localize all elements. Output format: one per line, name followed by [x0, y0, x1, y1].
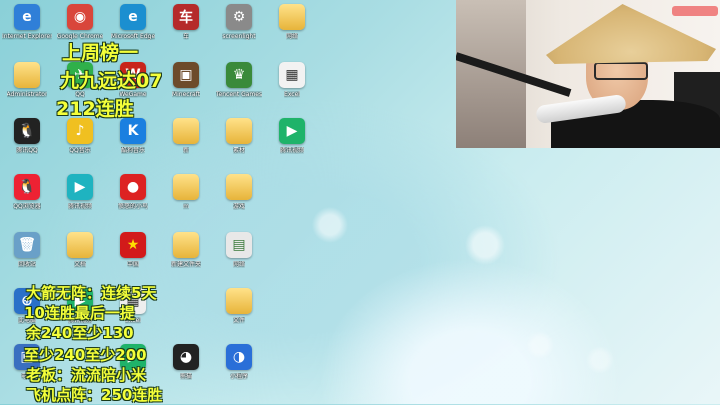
icon-label: Tencent Games: [215, 91, 263, 98]
icon-label: 素材: [232, 147, 245, 154]
desktop-icon-network-doc[interactable]: ▤ 网络: [214, 232, 264, 288]
desktop-icon-kugou[interactable]: K 酷狗音乐: [108, 118, 158, 174]
icon-label: Internet Explorer: [2, 33, 52, 40]
icon-label: QQ浏览器: [13, 203, 41, 210]
desktop-icon-video-2[interactable]: ▶ 腾讯视频: [55, 174, 105, 230]
trash-icon: 🗑: [14, 232, 40, 258]
desktop-icon-folder-material[interactable]: 素材: [214, 118, 264, 174]
icon-label: 中国: [126, 261, 139, 268]
icon-label: 熊猫: [179, 373, 192, 380]
folder-icon: [279, 4, 305, 30]
icon-label: 酷狗音乐: [120, 147, 145, 154]
panda-icon: ◕: [173, 344, 199, 370]
overlay-top-player-name: 九九远达07: [60, 70, 163, 92]
desktop-icon-qq-music[interactable]: ♪ QQ音乐: [55, 118, 105, 174]
desktop-icon-angry-birds[interactable]: ● 愤怒的小鸟: [108, 174, 158, 230]
desktop-icon-internet-explorer[interactable]: e Internet Explorer: [2, 4, 52, 60]
overlay-rule-line-4: 至少240至少200: [24, 346, 147, 364]
minecraft-icon: ▣: [173, 62, 199, 88]
webcam-feed: [456, 0, 720, 148]
folder-icon: [67, 232, 93, 258]
icon-label: 网络: [285, 33, 298, 40]
icon-label: 新建文件夹: [170, 261, 201, 268]
desktop-icon-excel[interactable]: ▦ Excel: [267, 62, 317, 118]
icon-label: 腾讯视频: [279, 147, 304, 154]
penguin-icon: 🐧: [14, 118, 40, 144]
icon-label: m: [183, 203, 189, 210]
desktop-icon-folder-new[interactable]: 新: [161, 118, 211, 174]
desktop-icon-tencent-video[interactable]: ▶ 腾讯视频: [267, 118, 317, 174]
desktop-icon-panda[interactable]: ◕ 熊猫: [161, 344, 211, 400]
desktop-icon-folder-docs[interactable]: 文档: [55, 232, 105, 288]
crown-icon: ♛: [226, 62, 252, 88]
icon-label: 网络: [232, 261, 245, 268]
icon-label: 文件: [232, 317, 245, 324]
spreadsheet-icon: ▦: [279, 62, 305, 88]
overlay-rule-line-6: 飞机点阵：250连胜: [26, 386, 163, 404]
desktop-icon-qq-browser[interactable]: 🐧 QQ浏览器: [2, 174, 52, 230]
folder-icon: [14, 62, 40, 88]
overlay-weekly-top-title: 上周榜一: [62, 42, 139, 64]
document-icon: ▤: [226, 232, 252, 258]
desktop-icon-folder-new-2[interactable]: 新建文件夹: [161, 232, 211, 288]
internet-explorer-icon: e: [14, 4, 40, 30]
gear-icon: ⚙: [226, 4, 252, 30]
desktop-icon-folder-files[interactable]: 文件: [214, 288, 264, 344]
icon-label: 文档: [73, 261, 86, 268]
desktop-icon-folder-m[interactable]: m: [161, 174, 211, 230]
star-icon: ★: [120, 232, 146, 258]
folder-icon: [173, 174, 199, 200]
desktop-icon-folder-games[interactable]: 游戏: [214, 174, 264, 230]
bird-icon: ●: [120, 174, 146, 200]
edge-icon: e: [120, 4, 146, 30]
overlay-rule-line-3: 余240至少130: [26, 324, 134, 342]
webcam-background-decor: [672, 6, 718, 16]
kugou-icon: K: [120, 118, 146, 144]
folder-icon: [226, 118, 252, 144]
desktop-icon-folder-network[interactable]: 网络: [267, 4, 317, 60]
desktop-icon-recycle-bin[interactable]: 🗑 回收站: [2, 232, 52, 288]
icon-label: 小程序: [229, 373, 248, 380]
icon-label: 愤怒的小鸟: [117, 203, 148, 210]
overlay-rule-line-5: 老板：流流陪小米: [26, 366, 147, 384]
folder-icon: [173, 232, 199, 258]
folder-icon: [226, 288, 252, 314]
music-icon: ♪: [67, 118, 93, 144]
desktop-icon-minecraft[interactable]: ▣ Minecraft: [161, 62, 211, 118]
icon-label: Administrator: [6, 91, 48, 98]
overlay-rule-line-1: 大箭无阵：连续5天: [26, 284, 157, 302]
desktop-icon-china[interactable]: ★ 中国: [108, 232, 158, 288]
icon-label: 车: [182, 33, 189, 40]
car-app-icon: 车: [173, 4, 199, 30]
desktop-icon-car[interactable]: 车 车: [161, 4, 211, 60]
overlay-win-streak: 212连胜: [56, 98, 134, 120]
desktop-icon-tencent-qq[interactable]: 🐧 腾讯QQ: [2, 118, 52, 174]
webcam-person-glasses: [594, 62, 648, 80]
icon-label: Minecraft: [171, 91, 201, 98]
desktop-icon-tencent-games[interactable]: ♛ Tencent Games: [214, 62, 264, 118]
icon-label: 腾讯QQ: [16, 147, 38, 154]
play-icon: ▶: [279, 118, 305, 144]
folder-icon: [226, 174, 252, 200]
overlay-rule-line-2: 10连胜最后一提: [24, 304, 135, 322]
folder-icon: [173, 118, 199, 144]
icon-label: QQ音乐: [69, 147, 91, 154]
mini-program-icon: ◑: [226, 344, 252, 370]
icon-label: Excel: [284, 91, 300, 98]
icon-label: 腾讯视频: [67, 203, 92, 210]
icon-label: 回收站: [17, 261, 36, 268]
desktop-icon-screenlight[interactable]: ⚙ screenlight: [214, 4, 264, 60]
icon-label: screenlight: [222, 33, 256, 40]
penguin-icon: 🐧: [14, 174, 40, 200]
chrome-icon: ◉: [67, 4, 93, 30]
play-icon: ▶: [67, 174, 93, 200]
icon-label: 游戏: [232, 203, 245, 210]
icon-label: 新: [182, 147, 189, 154]
desktop: e Internet Explorer ◉ Google Chrome e Mi…: [0, 0, 720, 404]
desktop-icon-mini-program[interactable]: ◑ 小程序: [214, 344, 264, 400]
desktop-icon-folder-admin[interactable]: Administrator: [2, 62, 52, 118]
